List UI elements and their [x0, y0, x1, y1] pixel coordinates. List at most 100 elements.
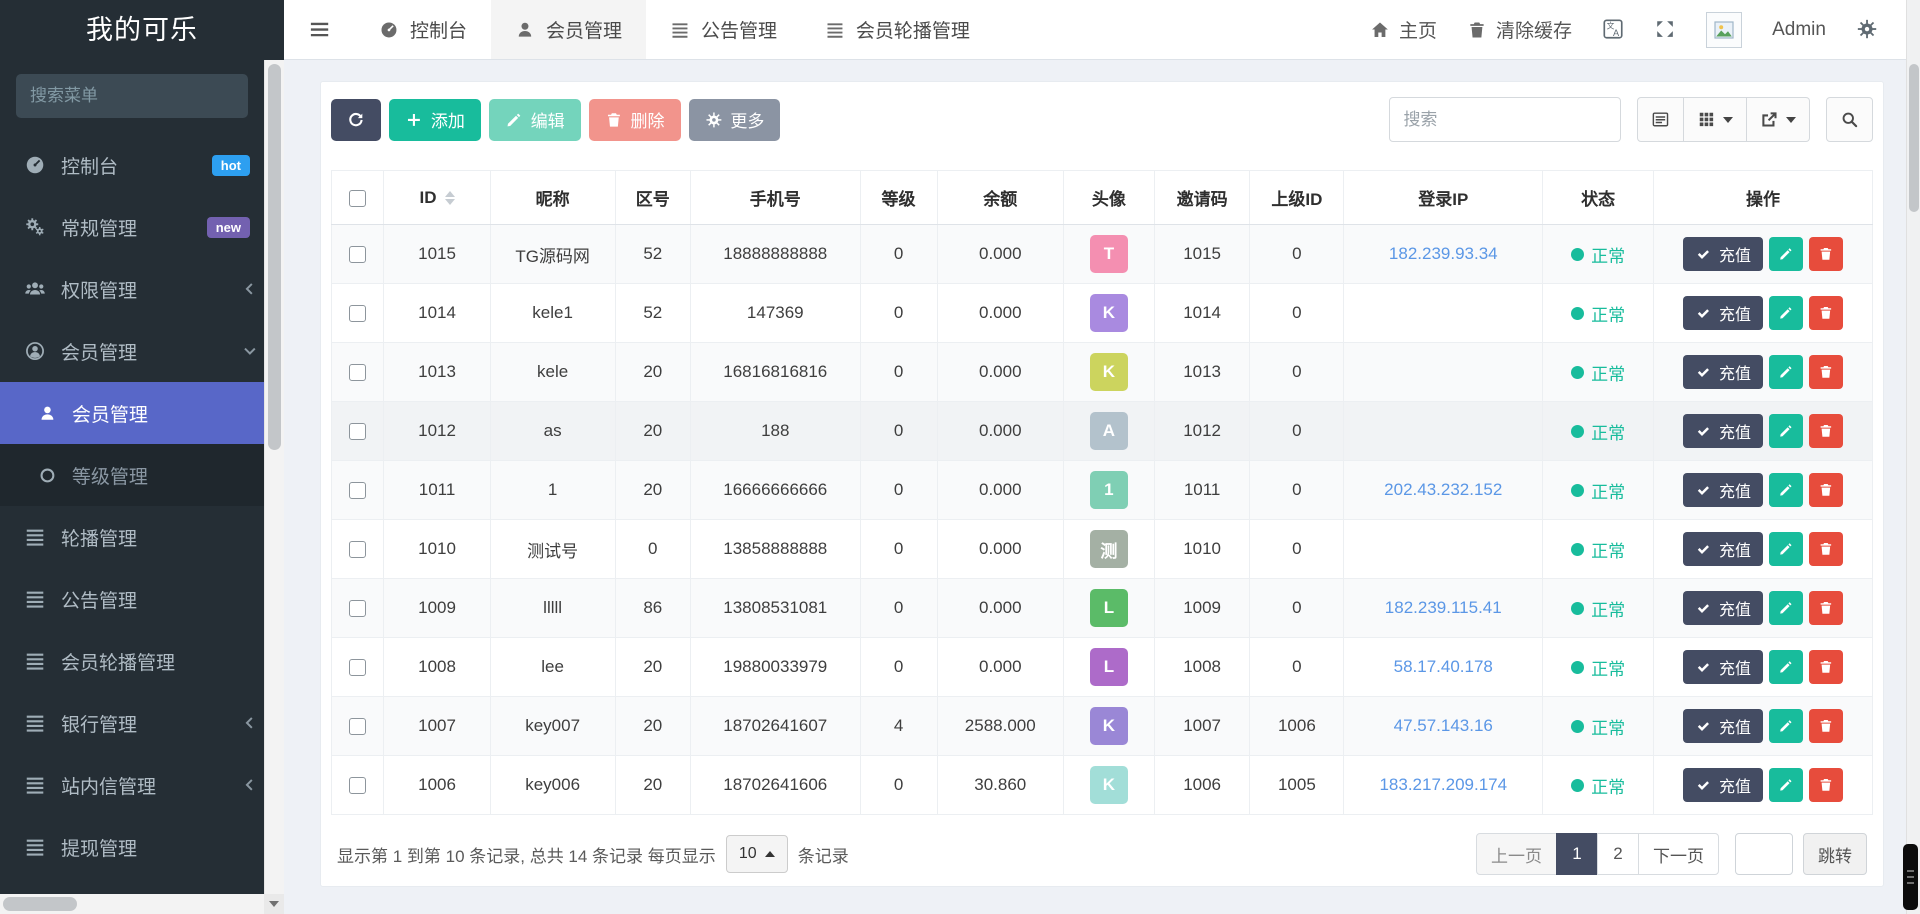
row-checkbox[interactable] — [349, 305, 366, 322]
username-menu[interactable]: Admin — [1772, 19, 1826, 41]
delete-row-button[interactable] — [1809, 709, 1843, 743]
row-checkbox[interactable] — [349, 482, 366, 499]
login-ip-link[interactable]: 182.239.115.41 — [1385, 598, 1502, 617]
row-checkbox[interactable] — [349, 423, 366, 440]
page-vertical-scrollbar[interactable] — [1906, 0, 1920, 914]
sidebar-item-console[interactable]: 控制台 hot — [0, 134, 284, 196]
search-button[interactable] — [1826, 97, 1873, 142]
clear-cache-link[interactable]: 清除缓存 — [1467, 16, 1572, 43]
select-all-checkbox[interactable] — [349, 190, 366, 207]
recharge-button[interactable]: 充值 — [1683, 591, 1763, 625]
jump-page-input[interactable] — [1735, 833, 1793, 875]
page-button-1[interactable]: 1 — [1556, 833, 1598, 875]
delete-row-button[interactable] — [1809, 237, 1843, 271]
recharge-button[interactable]: 充值 — [1683, 768, 1763, 802]
delete-button[interactable]: 删除 — [589, 99, 681, 141]
export-button[interactable] — [1747, 97, 1810, 142]
login-ip-link[interactable]: 47.57.143.16 — [1394, 716, 1493, 735]
row-checkbox[interactable] — [349, 246, 366, 263]
floating-handle[interactable] — [1903, 844, 1918, 910]
login-ip-link[interactable]: 202.43.232.152 — [1384, 480, 1502, 499]
refresh-button[interactable] — [331, 99, 381, 141]
tab-announcement[interactable]: 公告管理 — [646, 0, 801, 59]
tab-member-carousel[interactable]: 会员轮播管理 — [801, 0, 994, 59]
recharge-button[interactable]: 充值 — [1683, 473, 1763, 507]
login-ip-link[interactable]: 182.239.93.34 — [1389, 244, 1498, 263]
scrollbar-thumb[interactable] — [1909, 64, 1919, 212]
fullscreen-button[interactable] — [1654, 18, 1676, 40]
sidebar-item-members[interactable]: 会员管理 — [0, 320, 284, 382]
edit-row-button[interactable] — [1769, 296, 1803, 330]
edit-row-button[interactable] — [1769, 709, 1803, 743]
login-ip-link[interactable]: 183.217.209.174 — [1379, 775, 1507, 794]
sidebar-item-permissions[interactable]: 权限管理 — [0, 258, 284, 320]
row-checkbox[interactable] — [349, 364, 366, 381]
sidebar-horizontal-scrollbar[interactable] — [0, 894, 264, 914]
sidebar-item-member-carousel[interactable]: 会员轮播管理 — [0, 630, 284, 692]
jump-button[interactable]: 跳转 — [1803, 833, 1867, 875]
sidebar-subitem-member-manage[interactable]: 会员管理 — [0, 382, 284, 444]
status-badge: 正常 — [1571, 301, 1625, 326]
row-checkbox[interactable] — [349, 600, 366, 617]
column-id[interactable]: ID — [384, 171, 490, 225]
sidebar-item-label: 会员管理 — [72, 400, 264, 427]
delete-row-button[interactable] — [1809, 532, 1843, 566]
delete-row-button[interactable] — [1809, 414, 1843, 448]
sidebar-toggle-button[interactable] — [284, 0, 355, 59]
edit-row-button[interactable] — [1769, 532, 1803, 566]
recharge-button[interactable]: 充值 — [1683, 237, 1763, 271]
detail-view-button[interactable] — [1637, 97, 1684, 142]
edit-row-button[interactable] — [1769, 650, 1803, 684]
sidebar-item-announcement[interactable]: 公告管理 — [0, 568, 284, 630]
delete-row-button[interactable] — [1809, 355, 1843, 389]
home-link[interactable]: 主页 — [1370, 16, 1437, 43]
sidebar-item-bank[interactable]: 银行管理 — [0, 692, 284, 754]
row-checkbox[interactable] — [349, 718, 366, 735]
recharge-button[interactable]: 充值 — [1683, 414, 1763, 448]
recharge-button[interactable]: 充值 — [1683, 650, 1763, 684]
edit-row-button[interactable] — [1769, 355, 1803, 389]
edit-button[interactable]: 编辑 — [489, 99, 581, 141]
row-checkbox[interactable] — [349, 777, 366, 794]
sidebar-vertical-scrollbar[interactable] — [264, 60, 284, 894]
scrollbar-thumb[interactable] — [268, 64, 281, 450]
sidebar-search-input[interactable] — [30, 86, 251, 106]
sidebar-subitem-level-manage[interactable]: 等级管理 — [0, 444, 284, 506]
user-avatar[interactable] — [1706, 12, 1742, 48]
sidebar-item-carousel[interactable]: 轮播管理 — [0, 506, 284, 568]
edit-row-button[interactable] — [1769, 473, 1803, 507]
sidebar-item-messages[interactable]: 站内信管理 — [0, 754, 284, 816]
add-button[interactable]: 添加 — [389, 99, 481, 141]
page-size-select[interactable]: 10 — [726, 835, 788, 873]
scrollbar-thumb[interactable] — [3, 897, 77, 911]
delete-row-button[interactable] — [1809, 650, 1843, 684]
tab-member-manage[interactable]: 会员管理 — [491, 0, 646, 59]
edit-row-button[interactable] — [1769, 414, 1803, 448]
delete-row-button[interactable] — [1809, 768, 1843, 802]
edit-row-button[interactable] — [1769, 768, 1803, 802]
row-checkbox[interactable] — [349, 659, 366, 676]
more-button[interactable]: 更多 — [689, 99, 781, 141]
settings-button[interactable] — [1856, 18, 1878, 40]
login-ip-link[interactable]: 58.17.40.178 — [1394, 657, 1493, 676]
sidebar-item-withdraw[interactable]: 提现管理 — [0, 816, 284, 878]
recharge-button[interactable]: 充值 — [1683, 532, 1763, 566]
row-checkbox[interactable] — [349, 541, 366, 558]
page-button-2[interactable]: 2 — [1597, 833, 1639, 875]
edit-row-button[interactable] — [1769, 237, 1803, 271]
edit-row-button[interactable] — [1769, 591, 1803, 625]
delete-row-button[interactable] — [1809, 296, 1843, 330]
tab-console[interactable]: 控制台 — [355, 0, 491, 59]
recharge-button[interactable]: 充值 — [1683, 296, 1763, 330]
scrollbar-corner-button[interactable] — [264, 894, 284, 914]
prev-page-button[interactable]: 上一页 — [1476, 833, 1557, 875]
table-search-input[interactable] — [1389, 97, 1621, 142]
delete-row-button[interactable] — [1809, 591, 1843, 625]
next-page-button[interactable]: 下一页 — [1638, 833, 1719, 875]
recharge-button[interactable]: 充值 — [1683, 355, 1763, 389]
recharge-button[interactable]: 充值 — [1683, 709, 1763, 743]
delete-row-button[interactable] — [1809, 473, 1843, 507]
language-button[interactable]: 文A — [1602, 18, 1624, 40]
sidebar-item-general[interactable]: 常规管理 new — [0, 196, 284, 258]
columns-button[interactable] — [1684, 97, 1747, 142]
